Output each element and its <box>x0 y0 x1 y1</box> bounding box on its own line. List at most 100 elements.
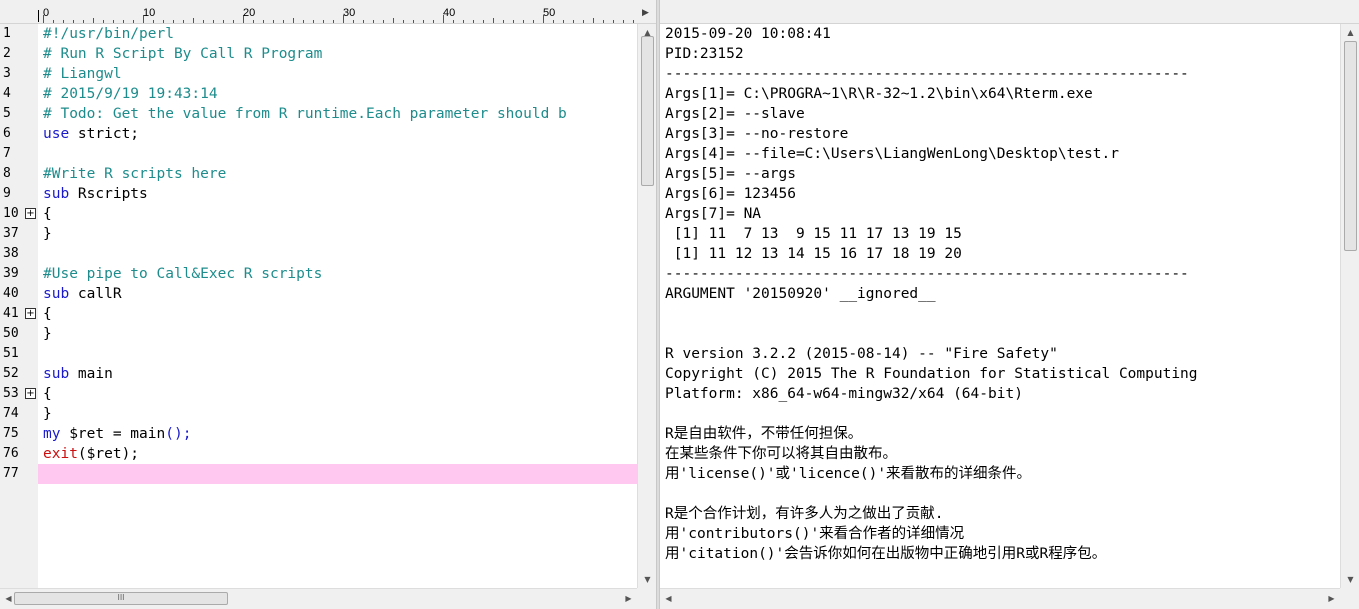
console-output[interactable]: 2015-09-20 10:08:41 PID:23152 ------------… <box>660 24 1340 588</box>
line-number: 40 <box>3 286 19 301</box>
line-number-gutter: 1 2 3 4 5 6 7 8 9 10 +37 38 39 40 41 +50 51 52 53 +74 75 76 77 <box>0 24 38 588</box>
ruler-tick <box>313 20 314 23</box>
code-line[interactable]: } <box>43 224 52 244</box>
output-line: Platform: x86_64-w64-mingw32/x64 (64-bit… <box>665 386 1023 402</box>
editor-horizontal-scrollbar[interactable]: ◀ III ▶ <box>0 588 637 607</box>
output-vertical-scrollbar[interactable]: ▲ ▼ <box>1340 24 1359 588</box>
code-line[interactable]: sub main <box>43 364 113 384</box>
line-number: 7 <box>3 146 11 161</box>
ruler-tick <box>63 20 64 23</box>
scroll-down-arrow-icon[interactable]: ▼ <box>1341 571 1359 588</box>
ruler-tick <box>493 18 494 23</box>
ruler-tick <box>513 20 514 23</box>
code-line[interactable]: # Todo: Get the value from R runtime.Eac… <box>43 104 567 124</box>
code-line[interactable]: #Use pipe to Call&Exec R scripts <box>43 264 322 284</box>
code-line[interactable]: #!/usr/bin/perl <box>43 24 174 44</box>
fold-expand-icon[interactable]: + <box>25 208 36 219</box>
ruler-tick <box>413 20 414 23</box>
code-token: main <box>69 366 113 382</box>
code-token: Rscripts <box>69 186 148 202</box>
ruler-tick <box>103 20 104 23</box>
code-line[interactable]: } <box>43 404 52 424</box>
fold-expand-icon[interactable]: + <box>25 388 36 399</box>
ruler-tick <box>83 20 84 23</box>
line-number: 75 <box>3 426 19 441</box>
line-number: 76 <box>3 446 19 461</box>
ruler-tick <box>423 20 424 23</box>
ruler-tick <box>183 20 184 23</box>
fold-expand-icon[interactable]: + <box>25 308 36 319</box>
code-token: use <box>43 126 70 142</box>
ruler-tick <box>293 18 294 23</box>
scroll-right-arrow-icon[interactable]: ▶ <box>620 589 637 608</box>
code-token: callR <box>69 286 122 302</box>
code-line[interactable]: { <box>43 204 52 224</box>
code-line[interactable]: # Liangwl <box>43 64 122 84</box>
code-line[interactable]: # Run R Script By Call R Program <box>43 44 322 64</box>
code-area[interactable]: #!/usr/bin/perl # Run R Script By Call R … <box>38 24 637 588</box>
ruler-tick <box>53 20 54 23</box>
scroll-thumb[interactable] <box>641 36 654 186</box>
line-number: 50 <box>3 326 19 341</box>
output-line: PID:23152 <box>665 46 744 62</box>
output-line: ----------------------------------------… <box>665 66 1189 82</box>
code-line[interactable]: # 2015/9/19 19:43:14 <box>43 84 218 104</box>
code-line[interactable]: { <box>43 304 52 324</box>
output-line: Args[1]= C:\PROGRA~1\R\R-32~1.2\bin\x64\… <box>665 86 1093 102</box>
ruler-tick <box>573 20 574 23</box>
scroll-left-arrow-icon[interactable]: ◀ <box>660 589 677 608</box>
code-token: sub <box>43 186 70 202</box>
line-number: 52 <box>3 366 19 381</box>
ruler-tick <box>323 20 324 23</box>
ruler-tick <box>133 20 134 23</box>
code-line[interactable]: } <box>43 324 52 344</box>
code-token: ($ret); <box>77 446 140 462</box>
ruler-tick <box>613 20 614 23</box>
code-token: (); <box>165 426 192 442</box>
code-token: # Todo: Get the value from R runtime.Eac… <box>43 106 567 122</box>
code-line[interactable]: sub callR <box>43 284 122 304</box>
ruler-tick <box>553 20 554 23</box>
scroll-right-arrow-icon[interactable]: ▶ <box>1323 589 1340 608</box>
code-line[interactable]: exit($ret); <box>43 444 139 464</box>
line-number: 2 <box>3 46 11 61</box>
line-number: 74 <box>3 406 19 421</box>
output-line: 用'citation()'会告诉你如何在出版物中正确地引用R或R程序包。 <box>665 546 1107 562</box>
code-line[interactable]: use strict; <box>43 124 139 144</box>
scroll-down-arrow-icon[interactable]: ▼ <box>638 571 657 588</box>
ruler-tick <box>403 20 404 23</box>
ruler-tick <box>283 20 284 23</box>
ruler-tick <box>213 20 214 23</box>
size-grip[interactable] <box>1340 588 1359 607</box>
code-line[interactable]: sub Rscripts <box>43 184 148 204</box>
ruler-tick <box>363 20 364 23</box>
output-line: ARGUMENT '20150920' __ignored__ <box>665 286 936 302</box>
ruler-tick <box>173 20 174 23</box>
code-token: my <box>43 426 61 442</box>
output-line: Args[2]= --slave <box>665 106 805 122</box>
ruler-tick <box>473 20 474 23</box>
ruler-tick <box>533 20 534 23</box>
ruler-tick <box>233 20 234 23</box>
output-line: Args[3]= --no-restore <box>665 126 849 142</box>
line-number: 9 <box>3 186 11 201</box>
ruler-tick <box>623 20 624 23</box>
scroll-thumb[interactable] <box>1344 41 1357 251</box>
code-editor[interactable]: 1 2 3 4 5 6 7 8 9 10 +37 38 39 40 41 +50 51 52 53 +74 75 76 77… <box>0 24 637 588</box>
code-token: strict; <box>69 126 140 142</box>
editor-vertical-scrollbar[interactable]: ▲ ▼ <box>637 24 656 588</box>
ruler-label: 40 <box>443 7 456 19</box>
code-line[interactable]: my $ret = main(); <box>43 424 191 444</box>
line-number: 37 <box>3 226 19 241</box>
output-line: 2015-09-20 10:08:41 <box>665 26 831 42</box>
scroll-up-arrow-icon[interactable]: ▲ <box>1341 24 1359 41</box>
scroll-thumb[interactable]: III <box>14 592 228 605</box>
ruler-tick <box>113 20 114 23</box>
code-line[interactable]: { <box>43 384 52 404</box>
ruler-tick <box>123 20 124 23</box>
ruler-tick <box>383 20 384 23</box>
output-horizontal-scrollbar[interactable]: ◀ ▶ <box>660 588 1340 607</box>
ruler-label: 30 <box>343 7 356 19</box>
ruler-tick <box>503 20 504 23</box>
code-line[interactable]: #Write R scripts here <box>43 164 226 184</box>
